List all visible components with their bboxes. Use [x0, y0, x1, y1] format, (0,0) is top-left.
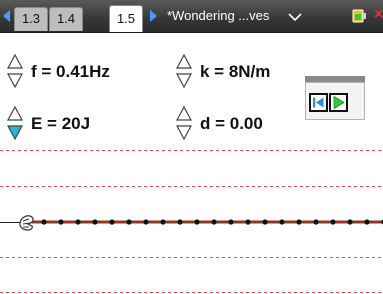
rope-bead	[245, 219, 251, 225]
rope-bead	[143, 219, 149, 225]
rope-bead	[347, 219, 353, 225]
rope-bead	[279, 219, 285, 225]
rope-bead	[177, 219, 183, 225]
rope-bead	[296, 219, 302, 225]
rope-bead	[313, 219, 319, 225]
rope-bead	[194, 219, 200, 225]
rope-bead	[330, 219, 336, 225]
rope-beads	[41, 219, 383, 225]
rope-bead	[109, 219, 115, 225]
rope-bead	[58, 219, 64, 225]
rope-bead	[228, 219, 234, 225]
wave-canvas	[0, 150, 383, 293]
rope-bead	[75, 219, 81, 225]
rope-bead	[211, 219, 217, 225]
rope-bead	[126, 219, 132, 225]
hand-icon[interactable]	[19, 215, 34, 231]
rope-bead	[364, 219, 370, 225]
rope-bead	[160, 219, 166, 225]
rope-bead	[41, 219, 47, 225]
rope-bead	[92, 219, 98, 225]
rope-bead	[262, 219, 268, 225]
